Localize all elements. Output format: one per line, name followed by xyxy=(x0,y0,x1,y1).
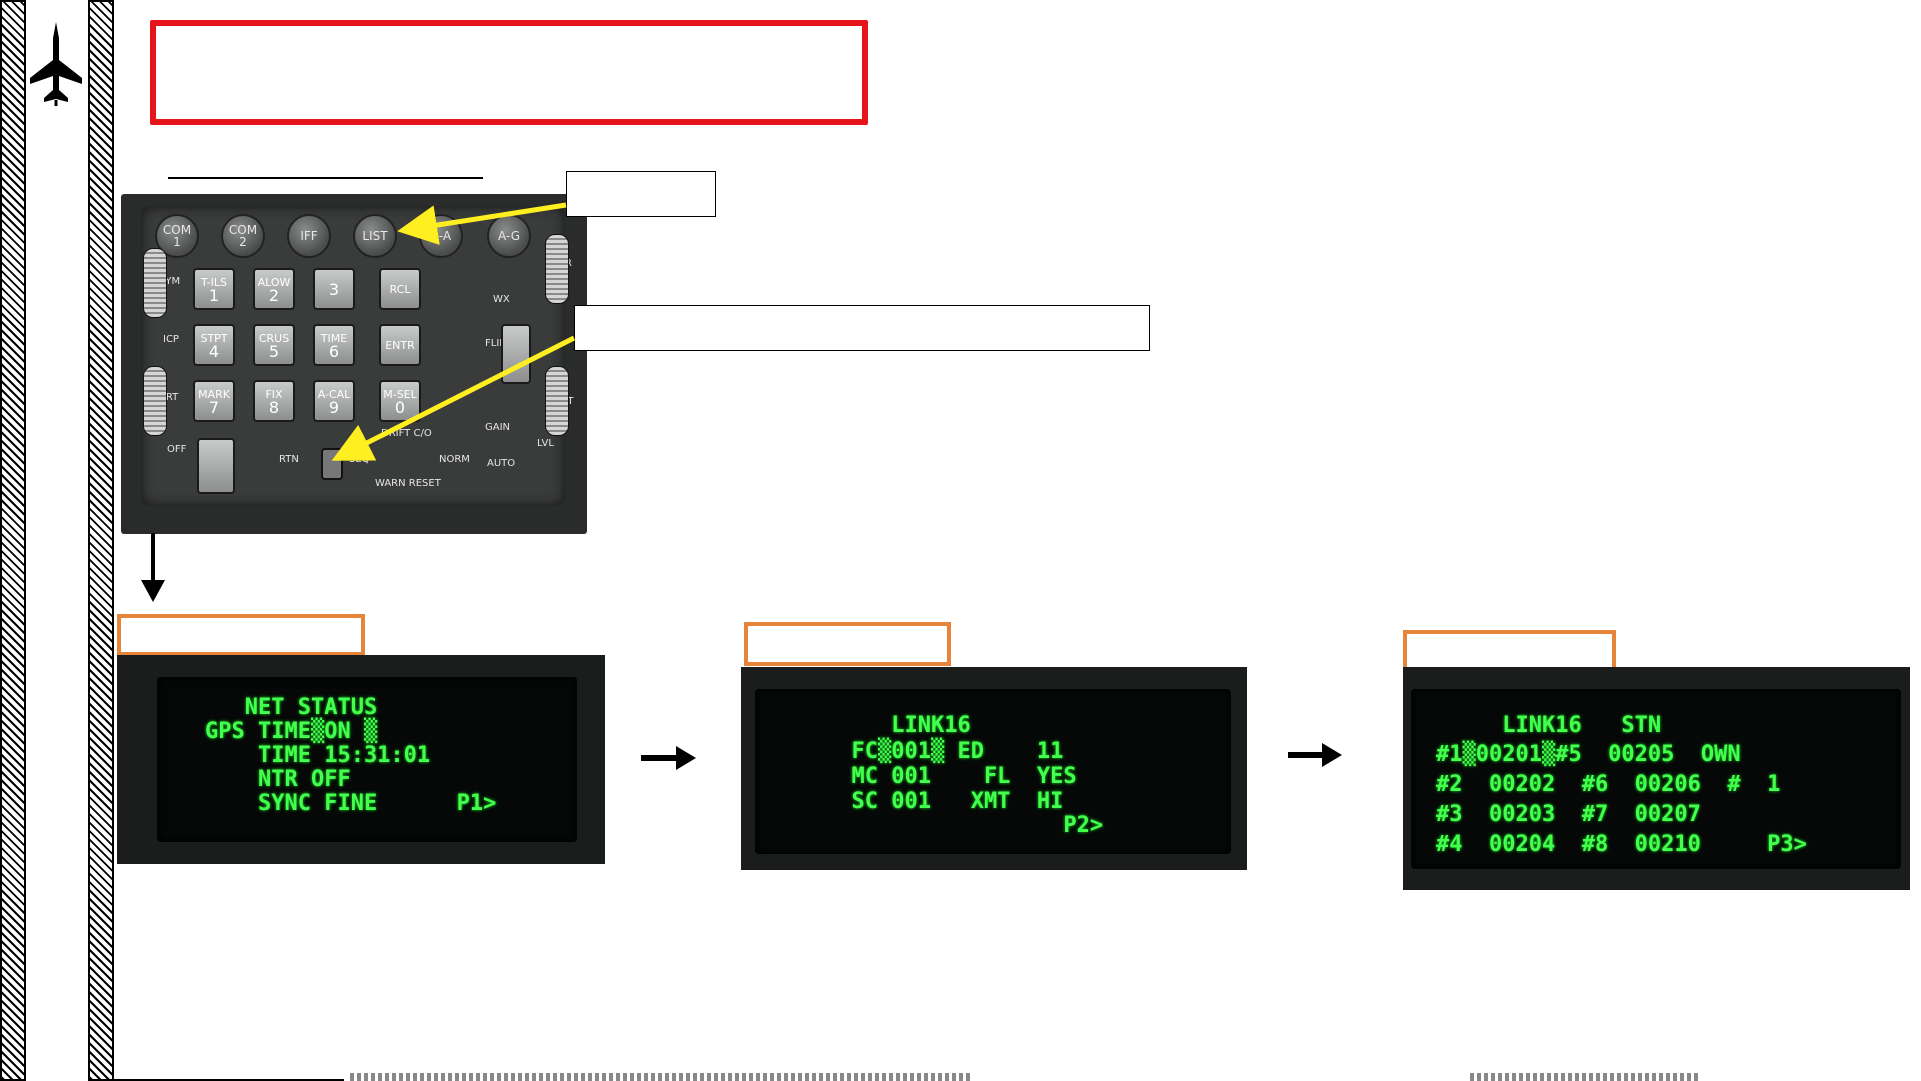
step-arrow-2-head xyxy=(1322,743,1342,767)
pointer-arrow-list xyxy=(397,202,567,245)
ded-line: FC▒001▒ ED 11 xyxy=(825,739,1064,764)
ded-line: TIME 15:31:01 xyxy=(205,743,431,768)
ded-line: GPS TIME▒ON ▒ xyxy=(205,719,378,744)
ded-line: #2 00202 #6 00206 # 1 xyxy=(1436,772,1781,797)
step-label-box-3 xyxy=(1403,630,1616,672)
step-arrow-1-head xyxy=(676,746,696,770)
step-label-box-1 xyxy=(117,614,365,656)
down-arrow-head xyxy=(141,580,165,602)
ded-line: LINK16 xyxy=(825,713,971,738)
ded-display-net-status: NET STATUS GPS TIME▒ON ▒ TIME 15:31:01 N… xyxy=(117,655,605,864)
footer-text-faint xyxy=(350,1073,970,1081)
pointer-arrows xyxy=(141,202,1342,770)
ded-line: P2> xyxy=(825,813,1104,838)
ded-line: NTR OFF xyxy=(205,767,351,792)
ded-line: SYNC FINE P1> xyxy=(205,791,497,816)
footer-text-faint xyxy=(1470,1073,1700,1081)
ded-display-link16: LINK16 FC▒001▒ ED 11 MC 001 FL YES SC 00… xyxy=(741,667,1247,870)
ded-line: MC 001 FL YES xyxy=(825,764,1077,789)
ded-line: #3 00203 #7 00207 xyxy=(1436,802,1701,827)
ded-display-link16-stn: LINK16 STN #1▒00201▒#5 00205 OWN #2 0020… xyxy=(1403,667,1910,890)
ded-line: #4 00204 #8 00210 P3> xyxy=(1436,832,1807,857)
ded-line: NET STATUS xyxy=(205,695,378,720)
ded-line: #1▒00201▒#5 00205 OWN xyxy=(1436,742,1741,767)
ded-line: LINK16 STN xyxy=(1436,713,1662,738)
ded-line: SC 001 XMT HI xyxy=(825,789,1064,814)
pointer-arrow-dcs xyxy=(331,335,576,461)
step-label-box-2 xyxy=(744,622,951,666)
